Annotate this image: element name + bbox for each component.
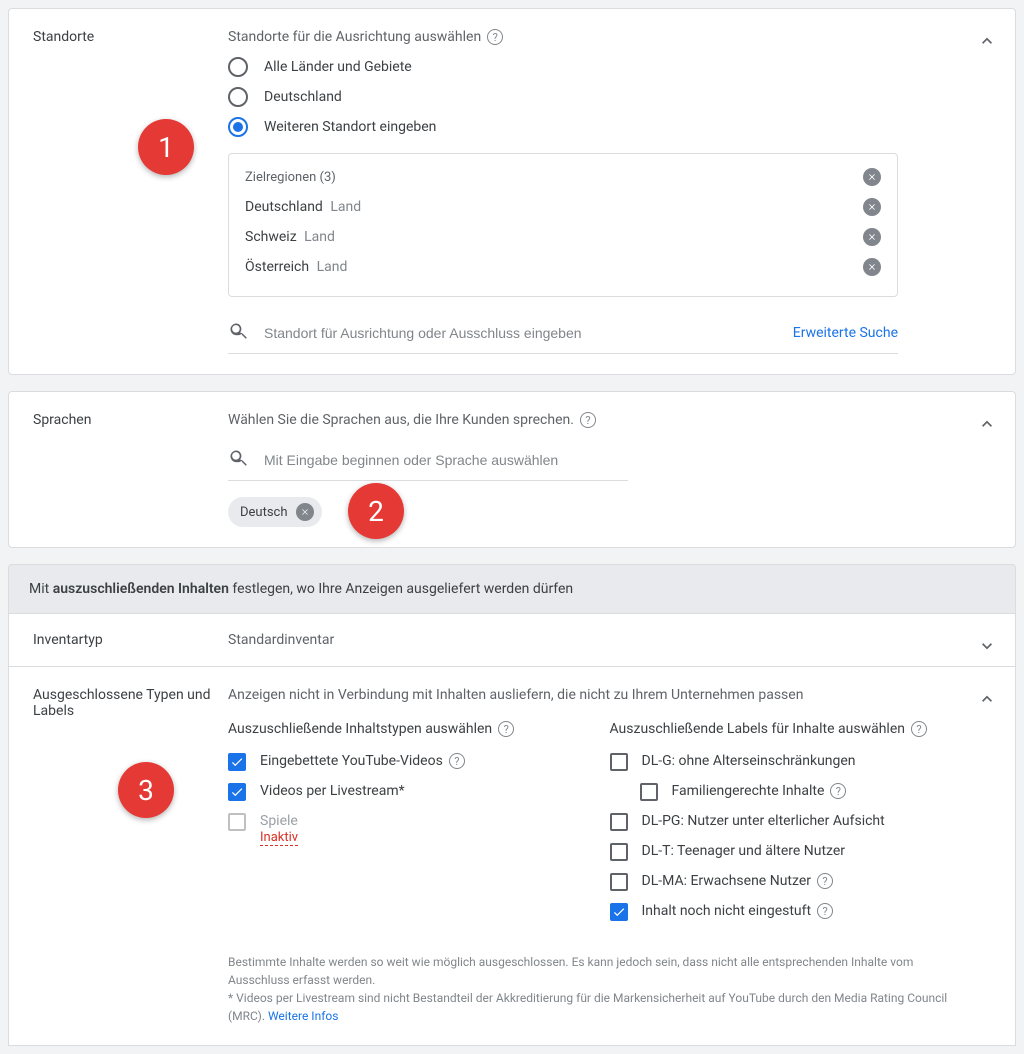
checkbox-not-rated[interactable]: Inhalt noch nicht eingestuft (610, 903, 952, 921)
target-type: Land (317, 259, 348, 275)
help-icon[interactable] (580, 412, 596, 428)
excluded-label: Ausgeschlossene Typen und Labels (33, 687, 228, 1025)
header-post: festlegen, wo Ihre Anzeigen ausgeliefert… (229, 581, 573, 597)
checkbox-label: DL-MA: Erwachsene Nutzer (642, 873, 812, 889)
clear-all-icon[interactable] (863, 168, 881, 186)
more-info-link[interactable]: Weitere Infos (268, 1009, 338, 1023)
labels-col-title: Auszuschließende Labels für Inhalte ausw… (610, 721, 906, 737)
inactive-badge: Inaktiv (260, 830, 298, 846)
checkbox-livestream[interactable]: Videos per Livestream* (228, 783, 570, 801)
inventory-type-row[interactable]: Inventartyp Standardinventar (8, 614, 1016, 667)
language-search-input[interactable] (264, 452, 628, 468)
inventory-value: Standardinventar (228, 632, 334, 648)
target-type: Land (304, 229, 335, 245)
help-icon[interactable] (817, 873, 833, 889)
remove-chip-icon[interactable] (296, 503, 314, 521)
header-bold: auszuschließenden Inhalten (53, 581, 229, 597)
languages-label: Sprachen (33, 412, 228, 527)
search-icon (228, 448, 248, 472)
help-icon[interactable] (449, 753, 465, 769)
checkbox-dl-pg[interactable]: DL-PG: Nutzer unter elterlicher Aufsicht (610, 813, 952, 831)
collapse-icon[interactable] (975, 412, 999, 436)
help-icon[interactable] (911, 721, 927, 737)
types-col-title: Auszuschließende Inhaltstypen auswählen (228, 721, 492, 737)
checkbox-label: DL-T: Teenager und ältere Nutzer (642, 843, 846, 859)
target-row: Österreich Land (245, 252, 881, 282)
excluded-types-card: Ausgeschlossene Typen und Labels 3 Anzei… (8, 667, 1016, 1046)
checkbox-dl-g[interactable]: DL-G: ohne Alterseinschränkungen (610, 753, 952, 771)
locations-subtitle: Standorte für die Ausrichtung auswählen (228, 29, 481, 45)
remove-target-icon[interactable] (863, 228, 881, 246)
excluded-desc: Anzeigen nicht in Verbindung mit Inhalte… (228, 687, 951, 703)
checkbox-label: DL-PG: Nutzer unter elterlicher Aufsicht (642, 813, 885, 829)
header-pre: Mit (29, 581, 53, 597)
checkbox-dl-ma[interactable]: DL-MA: Erwachsene Nutzer (610, 873, 952, 891)
radio-de-label: Deutschland (264, 89, 342, 105)
location-search-input[interactable] (264, 325, 769, 341)
checkbox-label: Familiengerechte Inhalte (672, 783, 825, 799)
search-icon (228, 321, 248, 345)
callout-3: 3 (118, 762, 174, 818)
checkbox-games: Spiele Inaktiv (228, 813, 570, 846)
radio-germany[interactable]: Deutschland (228, 87, 951, 107)
collapse-icon[interactable] (975, 29, 999, 53)
checkbox-dl-t[interactable]: DL-T: Teenager und ältere Nutzer (610, 843, 952, 861)
callout-1: 1 (138, 119, 194, 175)
target-row: Schweiz Land (245, 222, 881, 252)
target-name: Schweiz (245, 229, 297, 245)
language-chip: Deutsch (228, 497, 322, 527)
targets-title: Zielregionen (3) (245, 170, 336, 185)
target-name: Österreich (245, 259, 309, 275)
radio-all-label: Alle Länder und Gebiete (264, 59, 412, 75)
chip-label: Deutsch (240, 505, 288, 520)
remove-target-icon[interactable] (863, 198, 881, 216)
target-row: Deutschland Land (245, 192, 881, 222)
checkbox-label: Inhalt noch nicht eingestuft (642, 903, 812, 919)
languages-card: Sprachen Wählen Sie die Sprachen aus, di… (8, 391, 1016, 548)
checkbox-label: Spiele (260, 813, 298, 829)
locations-card: Standorte Standorte für die Ausrichtung … (8, 8, 1016, 375)
radio-all-countries[interactable]: Alle Länder und Gebiete (228, 57, 951, 77)
checkbox-label: Eingebettete YouTube-Videos (260, 753, 443, 769)
help-icon[interactable] (487, 29, 503, 45)
checkbox-label: DL-G: ohne Alterseinschränkungen (642, 753, 856, 769)
advanced-search-link[interactable]: Erweiterte Suche (793, 325, 898, 341)
remove-target-icon[interactable] (863, 258, 881, 276)
expand-icon[interactable] (975, 634, 999, 658)
inventory-label: Inventartyp (33, 632, 228, 648)
radio-custom-location[interactable]: Weiteren Standort eingeben (228, 117, 951, 137)
checkbox-embedded-youtube[interactable]: Eingebettete YouTube-Videos (228, 753, 570, 771)
callout-2: 2 (348, 483, 404, 539)
target-regions-box: Zielregionen (3) Deutschland Land Schwei… (228, 153, 898, 297)
target-type: Land (330, 199, 361, 215)
help-icon[interactable] (498, 721, 514, 737)
checkbox-label: Videos per Livestream (260, 783, 399, 799)
locations-label: Standorte (33, 29, 228, 354)
radio-custom-label: Weiteren Standort eingeben (264, 119, 436, 135)
help-icon[interactable] (830, 783, 846, 799)
footnote-1: Bestimmte Inhalte werden so weit wie mög… (228, 953, 951, 989)
target-name: Deutschland (245, 199, 323, 215)
languages-subtitle: Wählen Sie die Sprachen aus, die Ihre Ku… (228, 412, 574, 428)
help-icon[interactable] (817, 903, 833, 919)
checkbox-family-friendly[interactable]: Familiengerechte Inhalte (640, 783, 952, 801)
exclusions-header: Mit auszuschließenden Inhalten festlegen… (8, 564, 1016, 614)
collapse-icon[interactable] (975, 687, 999, 711)
exclusions-section: Mit auszuschließenden Inhalten festlegen… (8, 564, 1016, 1046)
